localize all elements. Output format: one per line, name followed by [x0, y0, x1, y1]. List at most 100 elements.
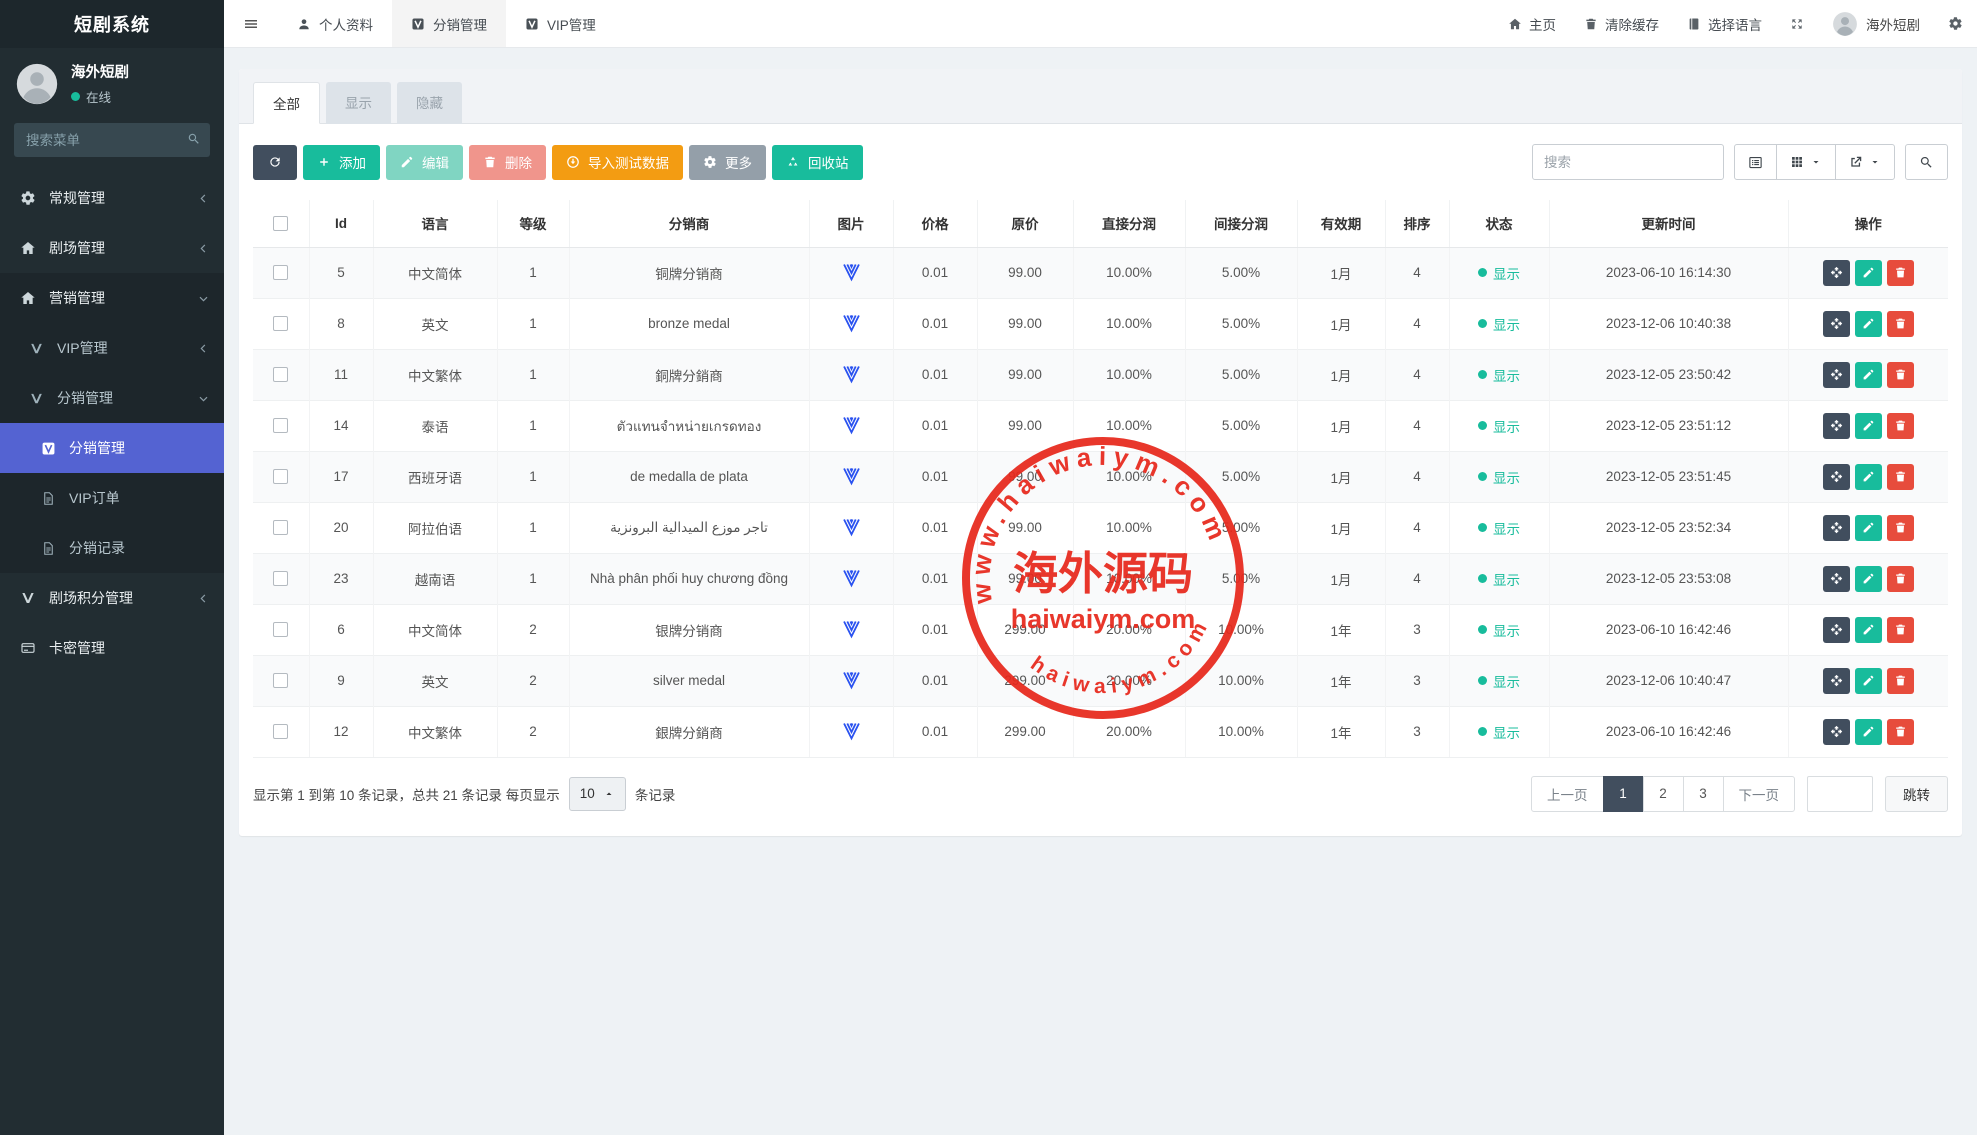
toggle-view-button[interactable] — [1734, 144, 1777, 180]
row-checkbox[interactable] — [273, 622, 288, 637]
delete-row-button[interactable] — [1887, 719, 1914, 745]
sidebar-item-theater-points-management[interactable]: 剧场积分管理 — [0, 573, 224, 623]
sidebar-item-marketing-management[interactable]: 营销管理 — [0, 273, 224, 323]
row-checkbox[interactable] — [273, 265, 288, 280]
more-button[interactable]: 更多 — [689, 145, 766, 180]
column-header[interactable]: 分销商 — [569, 200, 809, 247]
move-button[interactable] — [1823, 719, 1850, 745]
nav-link-clear-cache[interactable]: 清除缓存 — [1570, 0, 1673, 47]
nav-user-menu[interactable]: 海外短剧 — [1818, 0, 1934, 47]
edit-row-button[interactable] — [1855, 260, 1882, 286]
page-2-button[interactable]: 2 — [1643, 776, 1684, 812]
delete-row-button[interactable] — [1887, 668, 1914, 694]
sidebar-item-distribution-management-sub[interactable]: 分销管理 — [0, 423, 224, 473]
sidebar-item-distribution-records[interactable]: 分销记录 — [0, 523, 224, 573]
edit-row-button[interactable] — [1855, 719, 1882, 745]
jump-page-input[interactable] — [1807, 776, 1873, 812]
row-checkbox[interactable] — [273, 724, 288, 739]
edit-row-button[interactable] — [1855, 515, 1882, 541]
delete-row-button[interactable] — [1887, 413, 1914, 439]
column-header[interactable]: 直接分润 — [1073, 200, 1185, 247]
move-button[interactable] — [1823, 311, 1850, 337]
column-header[interactable]: 更新时间 — [1549, 200, 1788, 247]
tab-shown[interactable]: 显示 — [326, 82, 391, 124]
tab-all[interactable]: 全部 — [253, 82, 320, 124]
nav-tab-vip[interactable]: VIP管理 — [506, 0, 615, 47]
delete-button[interactable]: 删除 — [469, 145, 546, 180]
edit-row-button[interactable] — [1855, 464, 1882, 490]
nav-tab-profile[interactable]: 个人资料 — [278, 0, 392, 47]
sidebar-item-distribution-management[interactable]: 分销管理 — [0, 373, 224, 423]
move-button[interactable] — [1823, 464, 1850, 490]
delete-row-button[interactable] — [1887, 311, 1914, 337]
nav-link-choose-language[interactable]: 选择语言 — [1673, 0, 1776, 47]
columns-button[interactable] — [1776, 144, 1836, 180]
table-search-input[interactable] — [1532, 144, 1724, 180]
edit-button[interactable]: 编辑 — [386, 145, 463, 180]
search-icon[interactable] — [187, 132, 201, 146]
column-header[interactable]: 等级 — [497, 200, 569, 247]
edit-row-button[interactable] — [1855, 413, 1882, 439]
column-header[interactable]: 图片 — [809, 200, 893, 247]
row-checkbox[interactable] — [273, 520, 288, 535]
sidebar-item-general-management[interactable]: 常规管理 — [0, 173, 224, 223]
move-button[interactable] — [1823, 413, 1850, 439]
delete-row-button[interactable] — [1887, 362, 1914, 388]
row-checkbox[interactable] — [273, 418, 288, 433]
move-button[interactable] — [1823, 566, 1850, 592]
column-header[interactable]: 价格 — [893, 200, 977, 247]
row-checkbox[interactable] — [273, 469, 288, 484]
tab-hidden[interactable]: 隐藏 — [397, 82, 462, 124]
edit-row-button[interactable] — [1855, 617, 1882, 643]
nav-tab-distribution[interactable]: 分销管理 — [392, 0, 506, 47]
edit-row-button[interactable] — [1855, 362, 1882, 388]
column-header[interactable]: 有效期 — [1297, 200, 1385, 247]
nav-link-fullscreen[interactable] — [1776, 0, 1818, 47]
sidebar-item-vip-management[interactable]: VIP管理 — [0, 323, 224, 373]
move-button[interactable] — [1823, 515, 1850, 541]
row-checkbox[interactable] — [273, 571, 288, 586]
import-test-data-button[interactable]: 导入测试数据 — [552, 145, 683, 180]
move-button[interactable] — [1823, 668, 1850, 694]
delete-row-button[interactable] — [1887, 464, 1914, 490]
column-header[interactable]: 状态 — [1449, 200, 1549, 247]
move-button[interactable] — [1823, 617, 1850, 643]
column-header[interactable]: 语言 — [373, 200, 497, 247]
sidebar-item-vip-orders[interactable]: VIP订单 — [0, 473, 224, 523]
edit-row-button[interactable] — [1855, 311, 1882, 337]
jump-button[interactable]: 跳转 — [1885, 776, 1948, 812]
delete-row-button[interactable] — [1887, 515, 1914, 541]
row-checkbox[interactable] — [273, 367, 288, 382]
nav-link-home[interactable]: 主页 — [1494, 0, 1570, 47]
column-header[interactable]: 操作 — [1788, 200, 1948, 247]
add-button[interactable]: 添加 — [303, 145, 380, 180]
sidebar-item-theater-management[interactable]: 剧场管理 — [0, 223, 224, 273]
delete-row-button[interactable] — [1887, 617, 1914, 643]
column-header[interactable]: Id — [309, 200, 373, 247]
row-checkbox[interactable] — [273, 673, 288, 688]
move-button[interactable] — [1823, 260, 1850, 286]
column-header[interactable]: 原价 — [977, 200, 1073, 247]
select-all-checkbox[interactable] — [273, 216, 288, 231]
nav-settings-button[interactable] — [1934, 0, 1977, 47]
column-header[interactable]: 排序 — [1385, 200, 1449, 247]
sidebar-item-card-key-management[interactable]: 卡密管理 — [0, 623, 224, 673]
delete-row-button[interactable] — [1887, 566, 1914, 592]
column-header[interactable]: 间接分润 — [1185, 200, 1297, 247]
delete-row-button[interactable] — [1887, 260, 1914, 286]
menu-toggle-button[interactable] — [224, 0, 278, 47]
sidebar-search-input[interactable] — [14, 123, 210, 157]
recycle-bin-button[interactable]: 回收站 — [772, 145, 863, 180]
export-button[interactable] — [1835, 144, 1895, 180]
edit-row-button[interactable] — [1855, 566, 1882, 592]
next-page-button[interactable]: 下一页 — [1723, 776, 1796, 812]
edit-row-button[interactable] — [1855, 668, 1882, 694]
row-checkbox[interactable] — [273, 316, 288, 331]
move-button[interactable] — [1823, 362, 1850, 388]
search-submit-button[interactable] — [1905, 144, 1948, 180]
refresh-button[interactable] — [253, 145, 297, 180]
prev-page-button[interactable]: 上一页 — [1531, 776, 1604, 812]
page-1-button[interactable]: 1 — [1603, 776, 1644, 812]
page-3-button[interactable]: 3 — [1683, 776, 1724, 812]
page-size-select[interactable]: 10 — [569, 777, 626, 811]
